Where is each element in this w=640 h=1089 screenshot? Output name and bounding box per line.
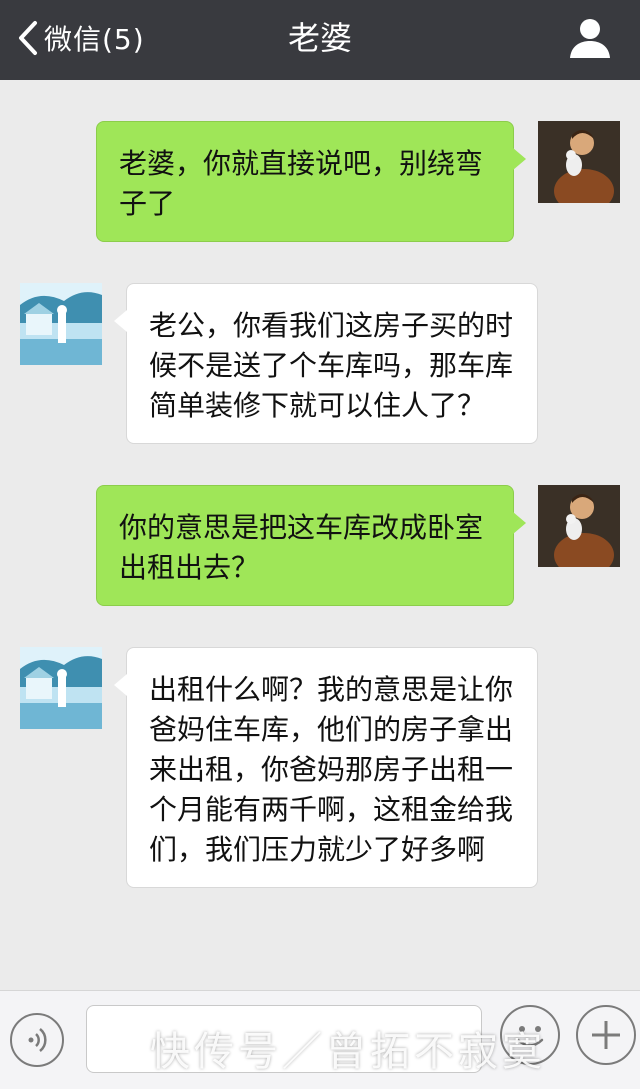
message-bubble[interactable]: 老婆，你就直接说吧，别绕弯子了: [96, 121, 526, 242]
message-bubble[interactable]: 老公，你看我们这房子买的时候不是送了个车库吗，那车库简单装修下就可以住人了？: [114, 283, 538, 444]
user-profile-icon: [570, 19, 610, 58]
my-avatar[interactable]: [538, 485, 620, 567]
plus-icon: [592, 1021, 620, 1049]
chat-title: 老婆: [287, 19, 352, 57]
my-avatar[interactable]: [538, 121, 620, 203]
voice-button[interactable]: [10, 1013, 64, 1067]
watermark-text: 快传号／曾拓不寂寞: [150, 1029, 546, 1075]
message-bubble[interactable]: 你的意思是把这车库改成卧室出租出去？: [96, 485, 526, 606]
voice-icon: [28, 1028, 47, 1052]
chat-header: 微信(5) 老婆: [0, 0, 640, 80]
chat-profile-button[interactable]: [568, 16, 612, 60]
more-button[interactable]: [576, 1005, 636, 1065]
contact-avatar[interactable]: [20, 283, 102, 365]
contact-avatar[interactable]: [20, 647, 102, 729]
message-bubble[interactable]: 出租什么啊？我的意思是让你爸妈住车库，他们的房子拿出来出租，你爸妈那房子出租一个…: [114, 647, 538, 888]
